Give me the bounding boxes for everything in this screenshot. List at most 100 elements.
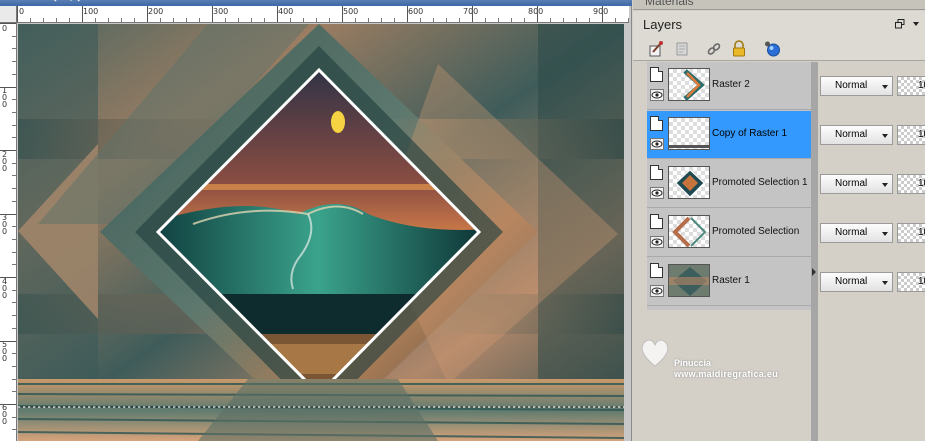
dropdown-arrow-icon [882,281,888,285]
opacity-value: 10 [918,129,925,140]
blend-mode-select[interactable]: Normal [820,174,893,194]
layer-name: Promoted Selection [712,226,800,237]
ruler-tick [355,18,356,22]
ruler-tick [264,18,265,22]
ruler-corner [0,6,17,23]
restore-window-icon[interactable] [895,19,905,29]
ruler-tick [511,18,512,22]
watermark-name: Pinuccia [674,358,712,368]
ruler-tick [12,188,16,190]
visibility-eye-icon[interactable] [650,285,664,297]
ruler-tick [472,6,473,22]
ruler-tick [329,18,330,22]
layer-row-promoted-selection-1[interactable]: Promoted Selection 1 [647,160,811,208]
blend-mode-value: Normal [835,227,868,238]
opacity-field[interactable]: 10 [897,125,925,145]
vertical-ruler: 0 100 200 300 400 500 600 [0,23,17,441]
visibility-eye-icon[interactable] [650,138,664,150]
opacity-value: 10 [918,276,925,287]
opacity-field[interactable]: 10 [897,174,925,194]
ruler-label: 700 [463,7,479,16]
blend-mode-value: Normal [835,178,868,189]
ruler-tick [12,251,16,253]
link-icon[interactable] [705,40,723,58]
ruler-label: 400 [278,7,294,16]
ruler-label: 200 [2,150,8,173]
heart-logo-icon [641,339,669,367]
blend-mode-select[interactable]: Normal [820,223,893,243]
blend-mode-value: Normal [835,129,868,140]
ruler-tick [12,124,16,126]
layers-palette-header[interactable]: Layers [633,11,925,37]
layer-row-raster-2[interactable]: Raster 2 [647,62,811,110]
layer-row-copy-of-raster-1[interactable]: Copy of Raster 1 [647,111,811,159]
ruler-label: 300 [2,213,8,236]
ruler-tick [342,6,343,22]
ruler-tick [12,365,16,367]
layer-thumbnail [668,264,710,297]
ruler-tick [199,18,200,22]
ruler-tick [12,73,16,75]
watermark: Pinuccia www.maidiregrafica.eu [638,334,798,382]
visibility-eye-icon[interactable] [650,187,664,199]
layer-document-icon[interactable] [650,67,663,82]
canvas-area[interactable]: — ↓ —/ ↓ 0 100 200 300 400 500 600 700 8… [0,0,632,441]
ruler-tick [420,18,421,22]
opacity-field[interactable]: 10 [897,223,925,243]
side-panel: Materials Layers Raster 2 Copy of Raster… [633,0,925,441]
layer-controls: Normal 10 [819,209,925,258]
lock-icon[interactable] [730,40,748,58]
layer-document-icon[interactable] [650,214,663,229]
layer-row-promoted-selection[interactable]: Promoted Selection [647,209,811,257]
palette-menu-arrow-icon[interactable] [913,22,919,26]
ruler-label: 800 [528,7,544,16]
ruler-tick [12,391,16,393]
blend-mode-select[interactable]: Normal [820,125,893,145]
ruler-tick [12,99,16,101]
layer-document-icon[interactable] [650,116,663,131]
splitter-arrow-icon[interactable] [812,268,816,276]
ruler-tick [290,18,291,22]
visibility-eye-icon[interactable] [650,236,664,248]
ruler-label: 300 [213,7,229,16]
layers-splitter[interactable] [811,62,818,441]
layer-thumbnail [668,117,710,150]
ruler-tick [459,18,460,22]
ruler-label: 400 [2,277,8,300]
blend-mode-select[interactable]: Normal [820,76,893,96]
layer-document-icon[interactable] [650,165,663,180]
visibility-eye-icon[interactable] [650,89,664,101]
opacity-value: 10 [918,227,925,238]
ruler-tick [12,353,16,355]
ruler-tick [12,315,16,317]
image-canvas[interactable] [18,24,624,441]
layer-properties-icon[interactable] [673,40,691,58]
ruler-tick [485,18,486,22]
ruler-tick [0,404,16,405]
ruler-tick [12,238,16,240]
new-layer-icon[interactable] [647,40,665,58]
ruler-tick [602,6,603,22]
ruler-tick [524,18,525,22]
ruler-label: 500 [2,340,8,363]
layer-document-icon[interactable] [650,263,663,278]
ruler-tick [303,18,304,22]
ruler-tick [12,61,16,63]
opacity-field[interactable]: 10 [897,76,925,96]
layers-toolbar [633,37,925,61]
materials-palette-header[interactable]: Materials [633,0,925,10]
image-window-title: — ↓ —/ ↓ [40,0,81,4]
ruler-tick [17,6,18,22]
ruler-tick [498,18,499,22]
layer-row-raster-1[interactable]: Raster 1 [647,258,811,306]
mask-icon[interactable] [764,40,782,58]
ruler-tick [277,6,278,22]
opacity-field[interactable]: 10 [897,272,925,292]
ruler-tick [0,277,16,278]
blend-mode-select[interactable]: Normal [820,272,893,292]
artwork [18,24,624,441]
ruler-tick [238,18,239,22]
ruler-tick [628,18,629,22]
layer-thumbnail [668,68,710,101]
opacity-value: 10 [918,178,925,189]
